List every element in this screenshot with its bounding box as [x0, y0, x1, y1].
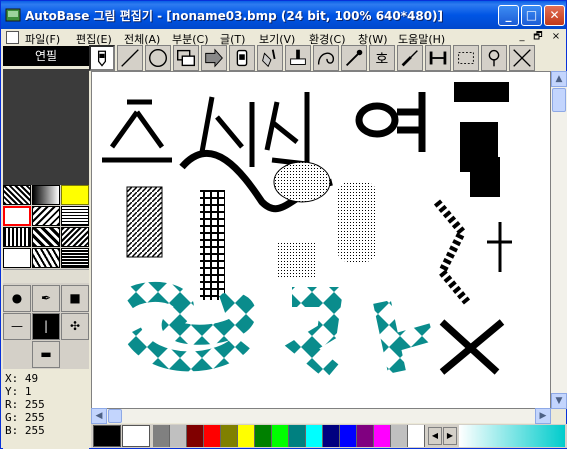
pattern-swatch[interactable] [32, 227, 60, 247]
palette-swatch[interactable] [221, 425, 238, 447]
palette-swatch[interactable] [323, 425, 340, 447]
window-title: AutoBase 그림 편집기 - [noname03.bmp (24 bit,… [25, 9, 444, 23]
palette-swatch[interactable] [255, 425, 272, 447]
palette-swatch[interactable] [374, 425, 391, 447]
pattern-swatch[interactable] [3, 248, 31, 268]
pattern-swatch[interactable] [3, 206, 31, 226]
background-color[interactable] [122, 425, 150, 447]
palette-swatch[interactable] [306, 425, 323, 447]
palette-swatch[interactable] [391, 425, 408, 447]
pencil-icon[interactable] [89, 45, 115, 71]
select-rect-icon[interactable] [453, 45, 479, 71]
mdi-close-button[interactable]: × [549, 30, 563, 44]
pattern-swatch[interactable] [32, 206, 60, 226]
palette-scroll-right-icon[interactable]: ▶ [443, 427, 457, 445]
cross-icon[interactable] [509, 45, 535, 71]
vertical-scrollbar[interactable]: ▲ ▼ [551, 71, 567, 409]
text-icon[interactable]: 호 [369, 45, 395, 71]
vertical-scroll-thumb[interactable] [552, 88, 566, 112]
eraser-icon[interactable] [229, 45, 255, 71]
scroll-up-icon[interactable]: ▲ [551, 71, 567, 87]
toolbar: 호 [89, 45, 537, 71]
hline-brush-icon[interactable]: — [3, 313, 31, 340]
stamp-icon[interactable] [285, 45, 311, 71]
dot-brush-icon[interactable]: ● [3, 285, 31, 312]
app-icon [5, 8, 21, 22]
circle-icon[interactable] [145, 45, 171, 71]
curve-icon[interactable] [313, 45, 339, 71]
lasso-icon[interactable] [481, 45, 507, 71]
x-coord: X: 49 [5, 372, 39, 385]
square-brush-icon[interactable]: ■ [61, 285, 89, 312]
status-readout: X: 49 Y: 1 R: 255 G: 255 B: 255 [3, 369, 89, 449]
title-bar[interactable]: AutoBase 그림 편집기 - [noname03.bmp (24 bit,… [1, 1, 566, 29]
canvas-artwork [102, 82, 512, 380]
palette-swatch[interactable] [289, 425, 306, 447]
palette-scroll-left-icon[interactable]: ◀ [428, 427, 442, 445]
mdi-minimize-button[interactable]: _ [515, 30, 529, 44]
palette-swatch[interactable] [204, 425, 221, 447]
palette-swatch[interactable] [408, 425, 425, 447]
horizontal-scroll-thumb[interactable] [108, 409, 122, 423]
close-button[interactable]: ✕ [544, 5, 565, 26]
pattern-swatch[interactable] [61, 206, 89, 226]
palette-swatch[interactable] [187, 425, 204, 447]
pattern-palette [3, 185, 89, 285]
drawing-canvas[interactable] [91, 71, 551, 409]
brush-icon[interactable] [397, 45, 423, 71]
eyedropper-icon[interactable] [341, 45, 367, 71]
line-icon[interactable] [117, 45, 143, 71]
measure-icon[interactable] [425, 45, 451, 71]
fill-bucket-icon[interactable] [257, 45, 283, 71]
pattern-swatch[interactable] [32, 185, 60, 205]
palette-swatch[interactable] [272, 425, 289, 447]
arrow-shape-icon[interactable] [201, 45, 227, 71]
current-colors[interactable] [93, 425, 151, 447]
palette-swatch[interactable] [340, 425, 357, 447]
palette-swatch[interactable] [170, 425, 187, 447]
vline-brush-icon[interactable]: | [32, 313, 60, 340]
palette-swatch[interactable] [357, 425, 374, 447]
horizontal-scrollbar[interactable]: ◀ ▶ [91, 408, 551, 424]
pattern-swatch[interactable] [3, 185, 31, 205]
palette-swatch[interactable] [153, 425, 170, 447]
svg-text:호: 호 [376, 52, 389, 68]
document-icon[interactable] [6, 31, 19, 44]
foreground-color[interactable] [93, 425, 121, 447]
menu-file[interactable]: 파일(F) [25, 31, 60, 47]
b-value: B: 255 [5, 424, 45, 437]
rectangle-icon[interactable] [173, 45, 199, 71]
g-value: G: 255 [5, 411, 45, 424]
r-value: R: 255 [5, 398, 45, 411]
preview-area [3, 69, 89, 185]
spray-brush-icon[interactable]: ✣ [61, 313, 89, 340]
wide-brush-icon[interactable]: ▬ [32, 341, 60, 368]
pattern-swatch[interactable] [61, 248, 89, 268]
scroll-down-icon[interactable]: ▼ [551, 393, 567, 409]
mdi-restore-button[interactable]: 🗗 [531, 30, 545, 44]
pattern-scrollbar[interactable] [3, 269, 89, 283]
app-window: AutoBase 그림 편집기 - [noname03.bmp (24 bit,… [0, 0, 567, 449]
palette-swatch[interactable] [238, 425, 255, 447]
pattern-swatch[interactable] [3, 227, 31, 247]
y-coord: Y: 1 [5, 385, 32, 398]
scroll-left-icon[interactable]: ◀ [91, 408, 107, 424]
brush-shapes: ● ✒ ■ — | ✣ ▬ [3, 285, 89, 369]
pattern-swatch[interactable] [61, 227, 89, 247]
gradient-bar[interactable] [459, 425, 565, 447]
pen-brush-icon[interactable]: ✒ [32, 285, 60, 312]
left-panel: ● ✒ ■ — | ✣ ▬ X: 49 Y: 1 R: 255 G: 255 B… [3, 69, 89, 449]
tool-mode-label: 연필 [3, 46, 89, 66]
scroll-right-icon[interactable]: ▶ [535, 408, 551, 424]
cartoon-pattern-icon[interactable] [61, 185, 89, 205]
color-palette: ◀ ▶ [91, 424, 567, 448]
maximize-button[interactable]: □ [521, 5, 542, 26]
minimize-button[interactable]: _ [498, 5, 519, 26]
pattern-swatch[interactable] [32, 248, 60, 268]
